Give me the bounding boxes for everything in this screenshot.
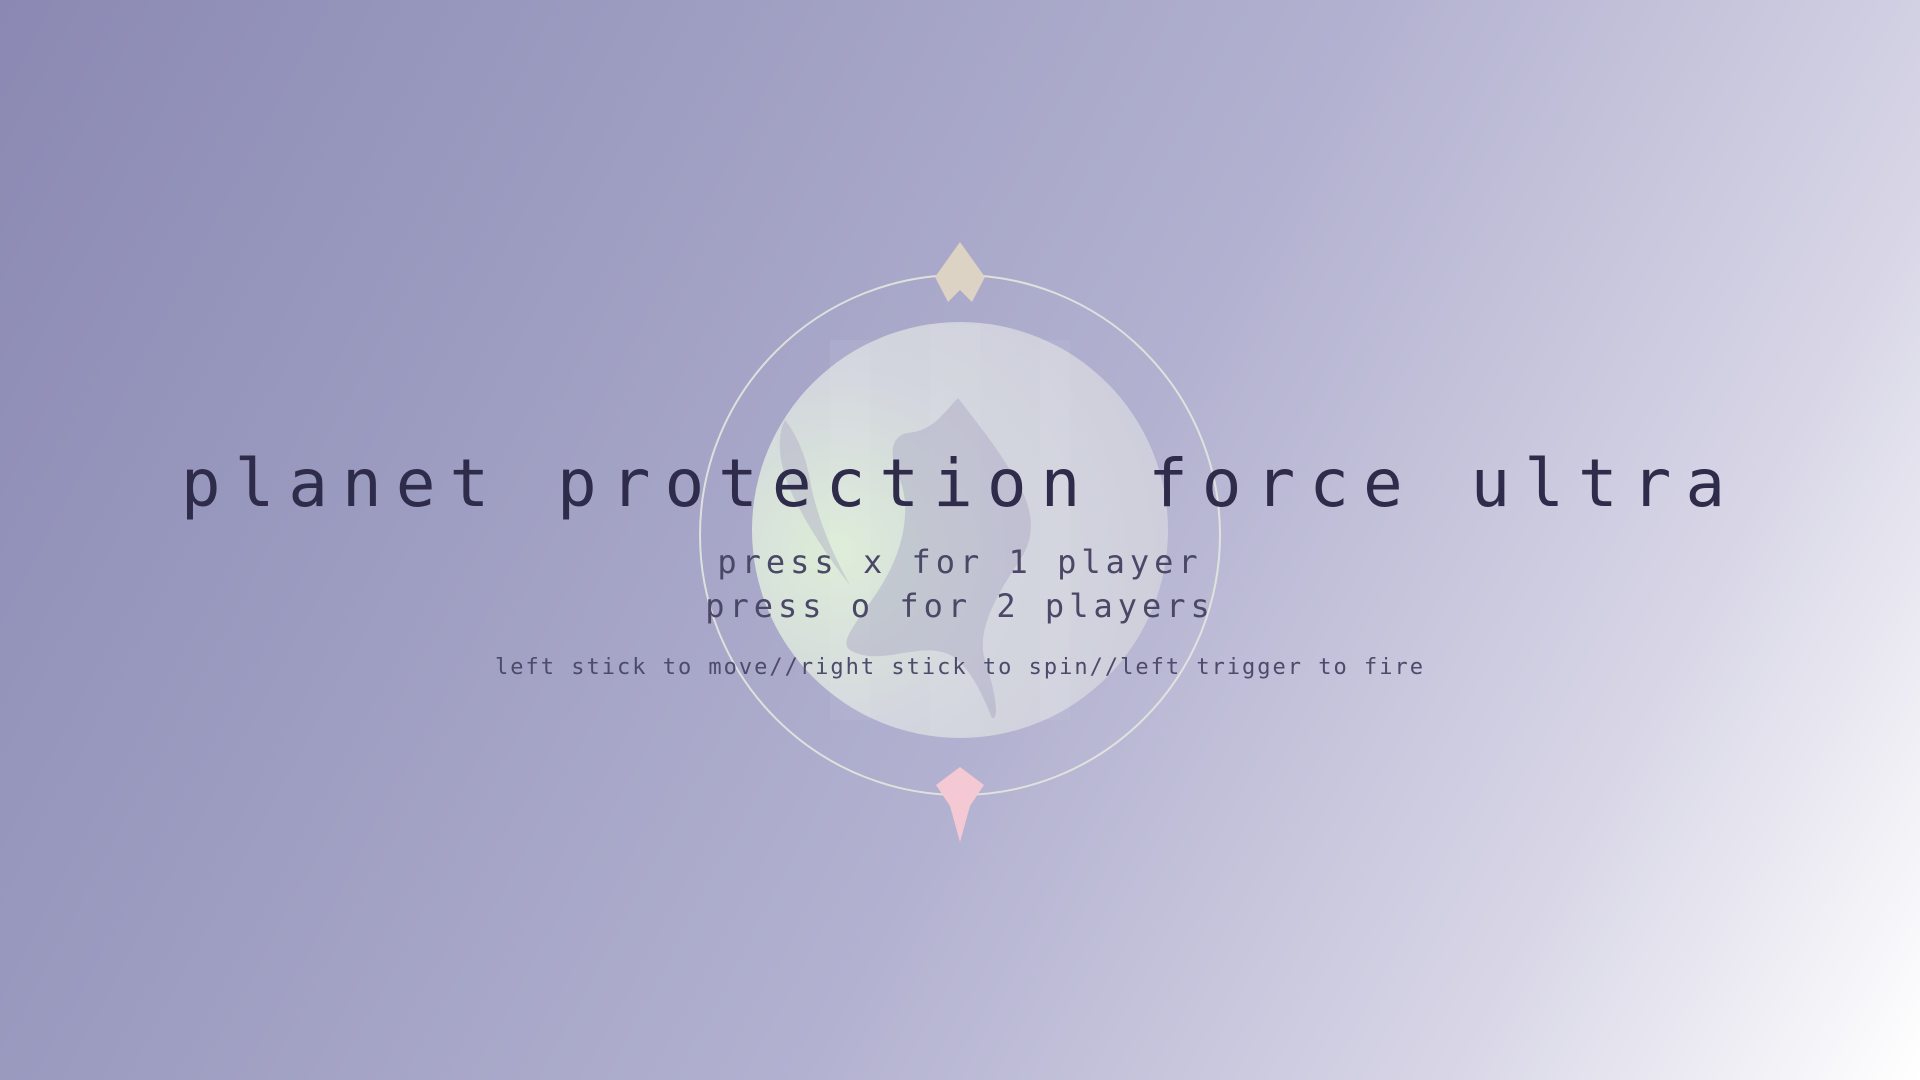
one-player-prompt[interactable]: press x for 1 player: [0, 543, 1920, 581]
controls-separator: //: [1089, 655, 1121, 680]
ship-player1-icon[interactable]: [935, 242, 985, 302]
controls-fire: left trigger to fire: [1120, 655, 1425, 680]
controls-help: left stick to move //right stick to spin…: [0, 655, 1920, 680]
controls-move: left stick to move: [495, 655, 770, 680]
two-players-prompt[interactable]: press o for 2 players: [0, 587, 1920, 625]
game-scene: [699, 242, 1221, 842]
controls-separator: //: [769, 655, 800, 680]
game-title: planet protection force ultra: [180, 445, 1740, 522]
controls-spin: right stick to spin: [799, 655, 1090, 680]
ship-player2-icon[interactable]: [936, 767, 984, 842]
